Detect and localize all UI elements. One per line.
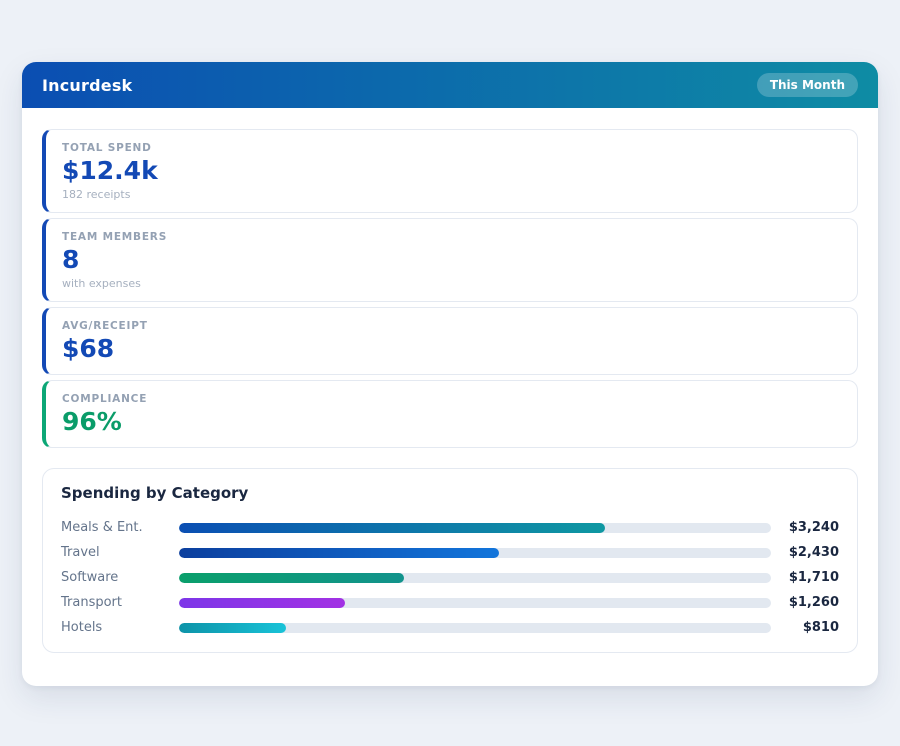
stat-card-avg-receipt: AVG/RECEIPT $68 <box>42 307 858 375</box>
stat-card-compliance: COMPLIANCE 96% <box>42 380 858 448</box>
stat-subtext: with expenses <box>62 277 841 290</box>
chart-title: Spending by Category <box>61 484 839 502</box>
stat-label: TEAM MEMBERS <box>62 231 841 243</box>
category-row-meals: Meals & Ent. $3,240 <box>61 515 839 540</box>
category-row-travel: Travel $2,430 <box>61 540 839 565</box>
bar-fill <box>179 573 404 583</box>
category-label: Software <box>61 570 179 585</box>
period-badge[interactable]: This Month <box>757 73 858 97</box>
bar-track <box>179 598 771 608</box>
stat-value: $68 <box>62 335 841 363</box>
bar-fill <box>179 548 499 558</box>
category-row-transport: Transport $1,260 <box>61 590 839 615</box>
bar-fill <box>179 623 286 633</box>
category-value: $2,430 <box>771 545 839 560</box>
bar-fill <box>179 523 605 533</box>
bar-track <box>179 548 771 558</box>
category-label: Travel <box>61 545 179 560</box>
bar-track <box>179 623 771 633</box>
category-label: Meals & Ent. <box>61 520 179 535</box>
stat-value: 8 <box>62 246 841 274</box>
app-title: Incurdesk <box>42 76 132 95</box>
category-value: $810 <box>771 620 839 635</box>
bar-track <box>179 523 771 533</box>
bar-fill <box>179 598 345 608</box>
category-row-hotels: Hotels $810 <box>61 615 839 640</box>
stat-card-team-members: TEAM MEMBERS 8 with expenses <box>42 218 858 302</box>
stat-card-total-spend: TOTAL SPEND $12.4k 182 receipts <box>42 129 858 213</box>
spending-by-category-card: Spending by Category Meals & Ent. $3,240… <box>42 468 858 653</box>
stat-label: AVG/RECEIPT <box>62 320 841 332</box>
incurdesk-panel: Incurdesk This Month TOTAL SPEND $12.4k … <box>22 62 878 686</box>
stat-subtext: 182 receipts <box>62 188 841 201</box>
stats-section: TOTAL SPEND $12.4k 182 receipts TEAM MEM… <box>42 129 858 448</box>
app-header: Incurdesk This Month <box>22 62 878 108</box>
category-label: Hotels <box>61 620 179 635</box>
category-label: Transport <box>61 595 179 610</box>
stat-value: 96% <box>62 408 841 436</box>
category-row-software: Software $1,710 <box>61 565 839 590</box>
panel-body: TOTAL SPEND $12.4k 182 receipts TEAM MEM… <box>22 108 878 675</box>
stat-value: $12.4k <box>62 157 841 185</box>
stat-label: TOTAL SPEND <box>62 142 841 154</box>
category-value: $1,710 <box>771 570 839 585</box>
bar-track <box>179 573 771 583</box>
stat-label: COMPLIANCE <box>62 393 841 405</box>
category-value: $1,260 <box>771 595 839 610</box>
category-value: $3,240 <box>771 520 839 535</box>
